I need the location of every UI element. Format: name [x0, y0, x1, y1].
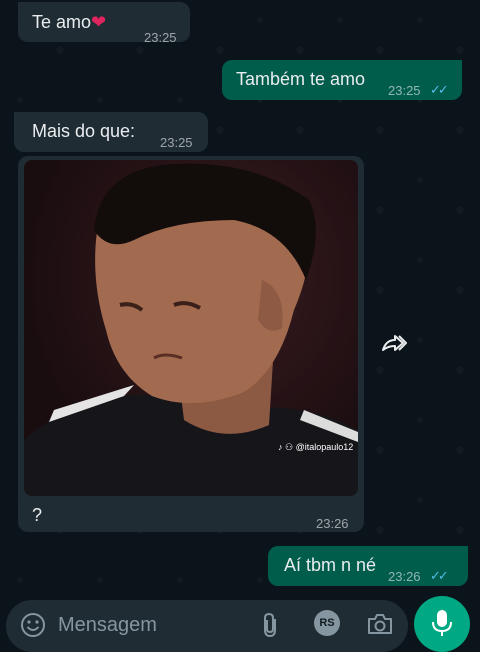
message-time: 23:26 [316, 516, 349, 531]
mic-icon [432, 610, 452, 636]
payment-badge[interactable]: RS [314, 610, 340, 636]
heart-icon: ❤ [91, 12, 107, 32]
message-time: 23:25 [160, 135, 193, 150]
message-time: 23:26 [388, 569, 421, 584]
message-text: Te amo❤ [32, 12, 107, 32]
camera-icon[interactable] [366, 612, 394, 636]
image-caption: ? [32, 505, 43, 525]
emoji-icon[interactable] [20, 612, 46, 638]
message-time: 23:25 [388, 83, 421, 98]
tiktok-watermark: ♪ ⚇ @italopaulo12 [278, 442, 354, 452]
message-input-bar[interactable]: Mensagem RS [6, 600, 408, 652]
double-check-icon: ✓✓ [430, 568, 449, 583]
message-text: Também te amo [236, 69, 366, 89]
forward-icon[interactable] [380, 330, 408, 358]
message-bubble-outgoing[interactable]: Também te amo 23:25 ✓✓ [222, 60, 462, 100]
message-bubble-incoming[interactable]: Mais do que: 23:25 [14, 112, 208, 152]
double-check-icon: ✓✓ [430, 82, 449, 97]
mic-button[interactable] [414, 596, 470, 652]
message-input[interactable]: Mensagem [58, 614, 157, 637]
message-bubble-outgoing[interactable]: Aí tbm n né 23:26 ✓✓ [268, 546, 468, 586]
message-bubble-incoming[interactable]: Te amo❤ 23:25 [18, 2, 190, 45]
attach-icon[interactable] [260, 612, 282, 638]
image-message-bubble[interactable]: ♪ ⚇ @italopaulo12 ? 23:26 [18, 156, 364, 532]
message-photo[interactable]: ♪ ⚇ @italopaulo12 [24, 160, 358, 496]
message-text: Aí tbm n né [284, 555, 377, 575]
message-text: Mais do que: [32, 121, 136, 141]
message-time: 23:25 [144, 30, 177, 45]
